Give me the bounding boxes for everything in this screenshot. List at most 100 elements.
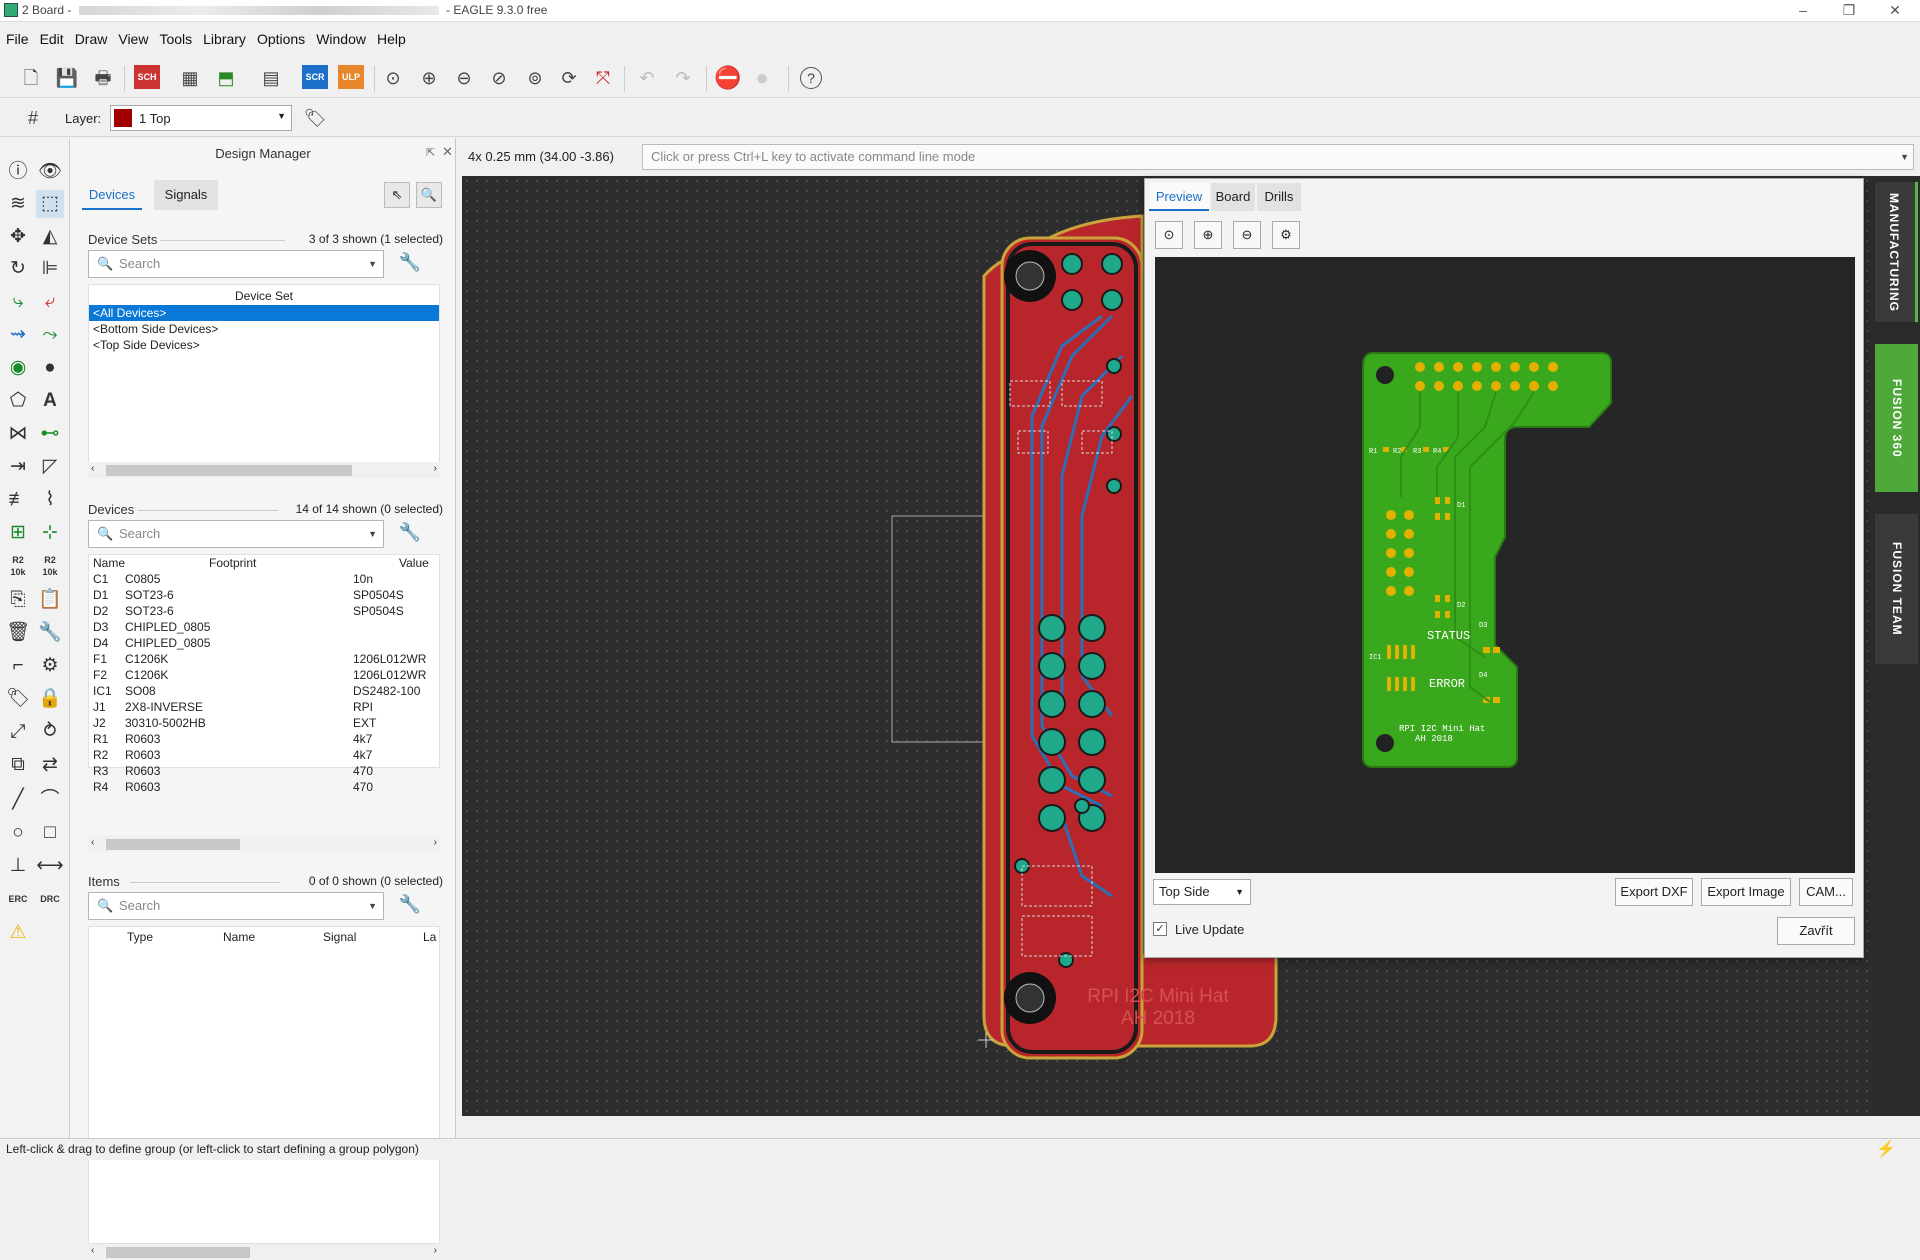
devices-search[interactable]: 🔍 Search ▼ xyxy=(88,520,384,548)
scroll-right-icon[interactable]: › xyxy=(434,463,437,474)
tab-drills[interactable]: Drills xyxy=(1257,183,1301,211)
zoom-in-icon[interactable]: ⊕ xyxy=(1194,221,1222,249)
list-item[interactable]: <Top Side Devices> xyxy=(89,337,439,353)
replace-icon[interactable]: ⊹ xyxy=(36,519,64,547)
gear-icon[interactable]: ⚙ xyxy=(36,652,64,680)
rectangle-icon[interactable]: □ xyxy=(36,819,64,847)
table-row[interactable]: R4 R0603 470 xyxy=(89,779,439,795)
close-panel-icon[interactable]: ✕ xyxy=(442,144,453,160)
group-select-icon[interactable]: ⬚ xyxy=(36,190,64,218)
via-icon[interactable]: ◉ xyxy=(4,354,32,382)
autoroute-icon[interactable]: ⇝ xyxy=(4,321,32,349)
name-icon[interactable]: R2 10k xyxy=(4,554,32,582)
show-icon[interactable]: 👁 xyxy=(36,158,64,186)
attribute-icon[interactable]: 🏷 xyxy=(4,685,32,713)
zoom-previous-icon[interactable]: ⊘ xyxy=(486,65,512,91)
wrench-icon[interactable]: 🔧 xyxy=(36,619,64,647)
close-button[interactable]: ✕ xyxy=(1872,0,1918,22)
horizontal-scrollbar[interactable]: ‹ › xyxy=(88,836,440,852)
scroll-thumb[interactable] xyxy=(106,839,240,850)
tab-signals[interactable]: Signals xyxy=(154,180,218,210)
smash-icon[interactable]: ⤢ xyxy=(4,718,32,746)
menu-edit[interactable]: Edit xyxy=(34,28,69,47)
mirror-icon[interactable]: ◭ xyxy=(36,223,64,251)
rotate-icon[interactable]: ↻ xyxy=(4,255,32,283)
table-row[interactable]: J1 2X8-INVERSE RPI xyxy=(89,699,439,715)
zoom-select-icon[interactable]: ⊚ xyxy=(522,65,548,91)
layers-icon[interactable]: ≋ xyxy=(4,190,32,218)
table-row[interactable]: D4 CHIPLED_0805 xyxy=(89,635,439,651)
polygon-icon[interactable]: ⬠ xyxy=(4,387,32,415)
cam-processor-icon[interactable]: ▦ xyxy=(177,65,203,91)
optimize-icon[interactable]: ≢ xyxy=(4,486,32,514)
grid-icon[interactable]: # xyxy=(20,105,46,131)
column-layer[interactable]: La xyxy=(423,929,436,945)
menu-tools[interactable]: Tools xyxy=(153,28,197,47)
stop-icon[interactable]: ⛔ xyxy=(714,65,741,91)
table-row[interactable]: F2 C1206K 1206L012WR xyxy=(89,667,439,683)
list-item[interactable]: <Bottom Side Devices> xyxy=(89,321,439,337)
table-row[interactable]: D1 SOT23-6 SP0504S xyxy=(89,587,439,603)
dimension-icon[interactable]: ⟷ xyxy=(36,852,64,880)
ulp-icon[interactable]: ULP xyxy=(338,65,364,89)
column-signal[interactable]: Signal xyxy=(323,929,356,945)
wrench-icon[interactable]: 🔧 xyxy=(398,894,422,918)
select-mode-icon[interactable]: ⇖ xyxy=(384,182,410,208)
scroll-thumb[interactable] xyxy=(106,1247,250,1258)
table-row[interactable]: F1 C1206K 1206L012WR xyxy=(89,651,439,667)
tab-manufacturing[interactable]: MANUFACTURING xyxy=(1875,182,1918,322)
print-icon[interactable]: 🖶 xyxy=(90,65,116,91)
invoke-icon[interactable]: ⧉ xyxy=(4,751,32,779)
command-line-input[interactable]: Click or press Ctrl+L key to activate co… xyxy=(642,144,1914,170)
save-icon[interactable]: 💾 xyxy=(54,65,80,91)
redo-icon[interactable]: ↷ xyxy=(670,65,696,91)
list-item[interactable]: <All Devices> xyxy=(89,305,439,321)
table-row[interactable]: D3 CHIPLED_0805 xyxy=(89,619,439,635)
signal-icon[interactable]: ⋈ xyxy=(4,420,32,448)
zoom-fit-icon[interactable]: ⊙ xyxy=(380,65,406,91)
change-icon[interactable]: ⥁ xyxy=(36,718,64,746)
cam-button[interactable]: CAM... xyxy=(1799,878,1853,906)
device-sets-search[interactable]: 🔍 Search ▼ xyxy=(88,250,384,278)
line-icon[interactable]: ╱ xyxy=(4,786,32,814)
tab-board[interactable]: Board xyxy=(1211,183,1255,211)
split-icon[interactable]: ⇥ xyxy=(4,453,32,481)
scroll-right-icon[interactable]: › xyxy=(434,1245,437,1256)
add-icon[interactable]: ⊞ xyxy=(4,519,32,547)
table-row[interactable]: C1 C0805 10n xyxy=(89,571,439,587)
live-update-checkbox[interactable]: ✓ xyxy=(1153,922,1167,936)
tab-fusion-360[interactable]: FUSION 360 xyxy=(1875,344,1918,492)
menu-window[interactable]: Window xyxy=(310,28,371,47)
help-icon[interactable]: ? xyxy=(800,67,822,89)
gateswap-icon[interactable]: ⇄ xyxy=(36,751,64,779)
side-select[interactable]: Top Side ▼ xyxy=(1153,879,1251,905)
arc-icon[interactable]: ⌒ xyxy=(36,786,64,814)
zoom-in-icon[interactable]: ⊕ xyxy=(416,65,442,91)
zoom-to-selection-icon[interactable]: 🔍 xyxy=(416,182,442,208)
tab-devices[interactable]: Devices xyxy=(82,180,142,210)
menu-library[interactable]: Library xyxy=(197,28,251,47)
erc-icon[interactable]: ERC xyxy=(4,885,32,913)
warning-icon[interactable]: ⚠ xyxy=(4,919,32,947)
scroll-left-icon[interactable]: ‹ xyxy=(91,463,94,474)
script-icon[interactable]: SCR xyxy=(302,65,328,89)
tag-icon[interactable]: 🏷 xyxy=(302,105,328,131)
miter-icon[interactable]: ◸ xyxy=(36,453,64,481)
hole-icon[interactable]: ● xyxy=(36,354,64,382)
scroll-left-icon[interactable]: ‹ xyxy=(91,1245,94,1256)
menu-options[interactable]: Options xyxy=(251,28,310,47)
column-name[interactable]: Name xyxy=(223,929,255,945)
net-icon[interactable]: ⊷ xyxy=(36,420,64,448)
horizontal-scrollbar[interactable]: ‹ › xyxy=(88,462,440,478)
lock-icon[interactable]: 🔒 xyxy=(36,685,64,713)
info-icon[interactable]: ⓘ xyxy=(4,158,32,186)
redraw-icon[interactable]: ⟳ xyxy=(556,65,582,91)
copy-icon[interactable]: ⎘ xyxy=(4,586,32,614)
column-type[interactable]: Type xyxy=(127,929,153,945)
drc-icon[interactable]: DRC xyxy=(36,885,64,913)
value-icon[interactable]: R2 10k xyxy=(36,554,64,582)
scroll-left-icon[interactable]: ‹ xyxy=(91,837,94,848)
move-icon[interactable]: ✥ xyxy=(4,223,32,251)
gear-icon[interactable]: ⚙ xyxy=(1272,221,1300,249)
column-name[interactable]: Name xyxy=(93,555,125,571)
